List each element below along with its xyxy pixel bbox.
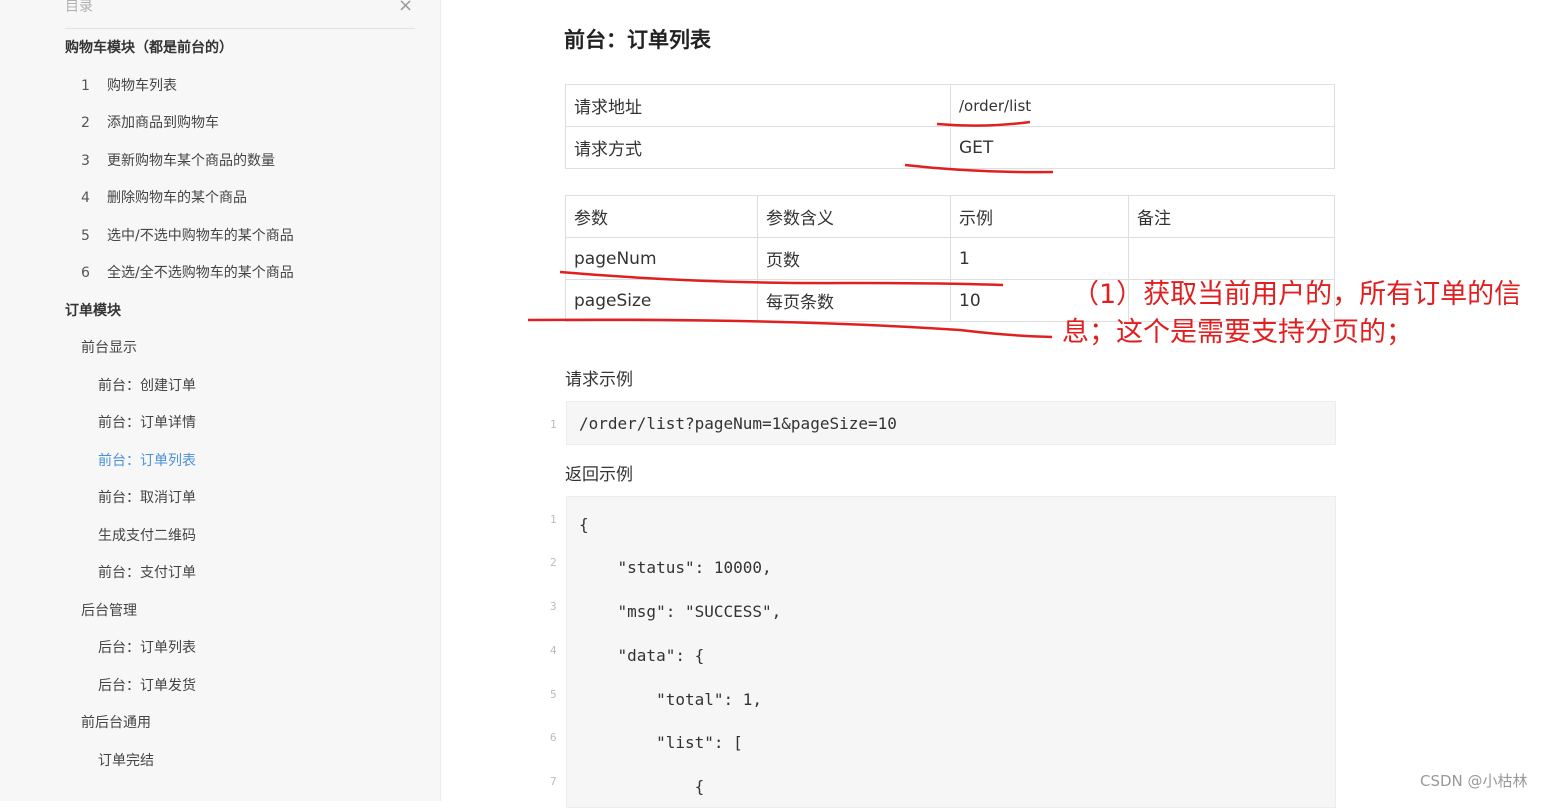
toc-item-order-complete[interactable]: 订单完结 [98,750,154,770]
line-number: 2 [550,556,557,569]
table-header-cell: 参数 [565,195,758,238]
request-example-label: 请求示例 [565,370,633,390]
table-cell: pageNum [565,237,758,280]
table-cell: 页数 [757,237,951,280]
code-line: "status": 10000, [579,558,772,577]
code-line: "data": { [579,646,705,665]
toc-item-order-detail[interactable]: 前台：订单详情 [98,412,196,432]
table-row: 请求地址 /order/list [565,84,1335,127]
watermark: CSDN @小枯林 [1420,772,1528,790]
code-line: { [579,777,705,796]
toc-item-common[interactable]: 前后台通用 [81,712,151,732]
toc-item-admin-order-list[interactable]: 后台：订单列表 [98,637,196,657]
line-number: 7 [550,775,557,788]
code-line: "msg": "SUCCESS", [579,602,782,621]
table-cell-key: 请求地址 [565,84,951,127]
toc-item-update-quantity[interactable]: 3 更新购物车某个商品的数量 [81,150,275,170]
toc-item-order-module[interactable]: 订单模块 [65,300,121,320]
table-cell: pageSize [565,279,758,322]
code-line: "list": [ [579,733,743,752]
annotation-line: 息；这个是需要支持分页的； [1062,317,1413,348]
line-number: 1 [550,418,557,431]
toc-item-select-all[interactable]: 6 全选/全不选购物车的某个商品 [81,262,294,282]
line-number: 5 [550,688,557,701]
code-line: /order/list?pageNum=1&pageSize=10 [579,414,897,433]
red-annotation-note: （1）获取当前用户的，所有订单的信 息；这个是需要支持分页的； [1062,276,1562,352]
line-number: 6 [550,731,557,744]
toc-item-add-to-cart[interactable]: 2 添加商品到购物车 [81,112,219,132]
line-number: 4 [550,644,557,657]
toc-item-admin[interactable]: 后台管理 [81,600,137,620]
table-header-cell: 备注 [1128,195,1335,238]
code-line: { [579,515,589,534]
request-info-table: 请求地址 /order/list 请求方式 GET [565,84,1335,169]
line-number: 3 [550,600,557,613]
table-header-cell: 参数含义 [757,195,951,238]
toc-sidebar: 目录 × 购物车模块（都是前台的） 1 购物车列表 2 添加商品到购物车 3 更新购物… [0,0,441,801]
toc-item-qrcode[interactable]: 生成支付二维码 [98,525,196,545]
table-cell-key: 请求方式 [565,126,951,169]
toc-item-cart-list[interactable]: 1 购物车列表 [81,75,177,95]
underline-mark [527,318,1053,339]
toc-divider [65,28,415,29]
close-icon[interactable]: × [398,0,413,16]
table-header-row: 参数 参数含义 示例 备注 [565,195,1335,238]
table-cell: 1 [950,237,1129,280]
toc-item-order-list-active[interactable]: 前台：订单列表 [98,450,196,470]
toc-item-cart-module[interactable]: 购物车模块（都是前台的） [65,37,233,57]
table-cell-value: GET [950,126,1335,169]
toc-item-create-order[interactable]: 前台：创建订单 [98,375,196,395]
toc-title: 目录 [65,0,93,15]
code-line: "total": 1, [579,690,763,709]
toc-item-select-item[interactable]: 5 选中/不选中购物车的某个商品 [81,225,294,245]
annotation-line: （1）获取当前用户的，所有订单的信 [1072,279,1522,310]
toc-item-admin-ship[interactable]: 后台：订单发货 [98,675,196,695]
table-header-cell: 示例 [950,195,1129,238]
toc-item-pay-order[interactable]: 前台：支付订单 [98,562,196,582]
page-title: 前台：订单列表 [564,28,711,52]
table-row: 请求方式 GET [565,126,1335,169]
table-cell-value: /order/list [950,84,1335,127]
response-example-label: 返回示例 [565,465,633,485]
toc-item-cancel-order[interactable]: 前台：取消订单 [98,487,196,507]
toc-item-front-display[interactable]: 前台显示 [81,337,137,357]
table-cell [1128,237,1335,280]
table-cell: 每页条数 [757,279,951,322]
line-number: 1 [550,513,557,526]
toc-item-delete-item[interactable]: 4 删除购物车的某个商品 [81,187,247,207]
table-row: pageNum 页数 1 [565,237,1335,280]
